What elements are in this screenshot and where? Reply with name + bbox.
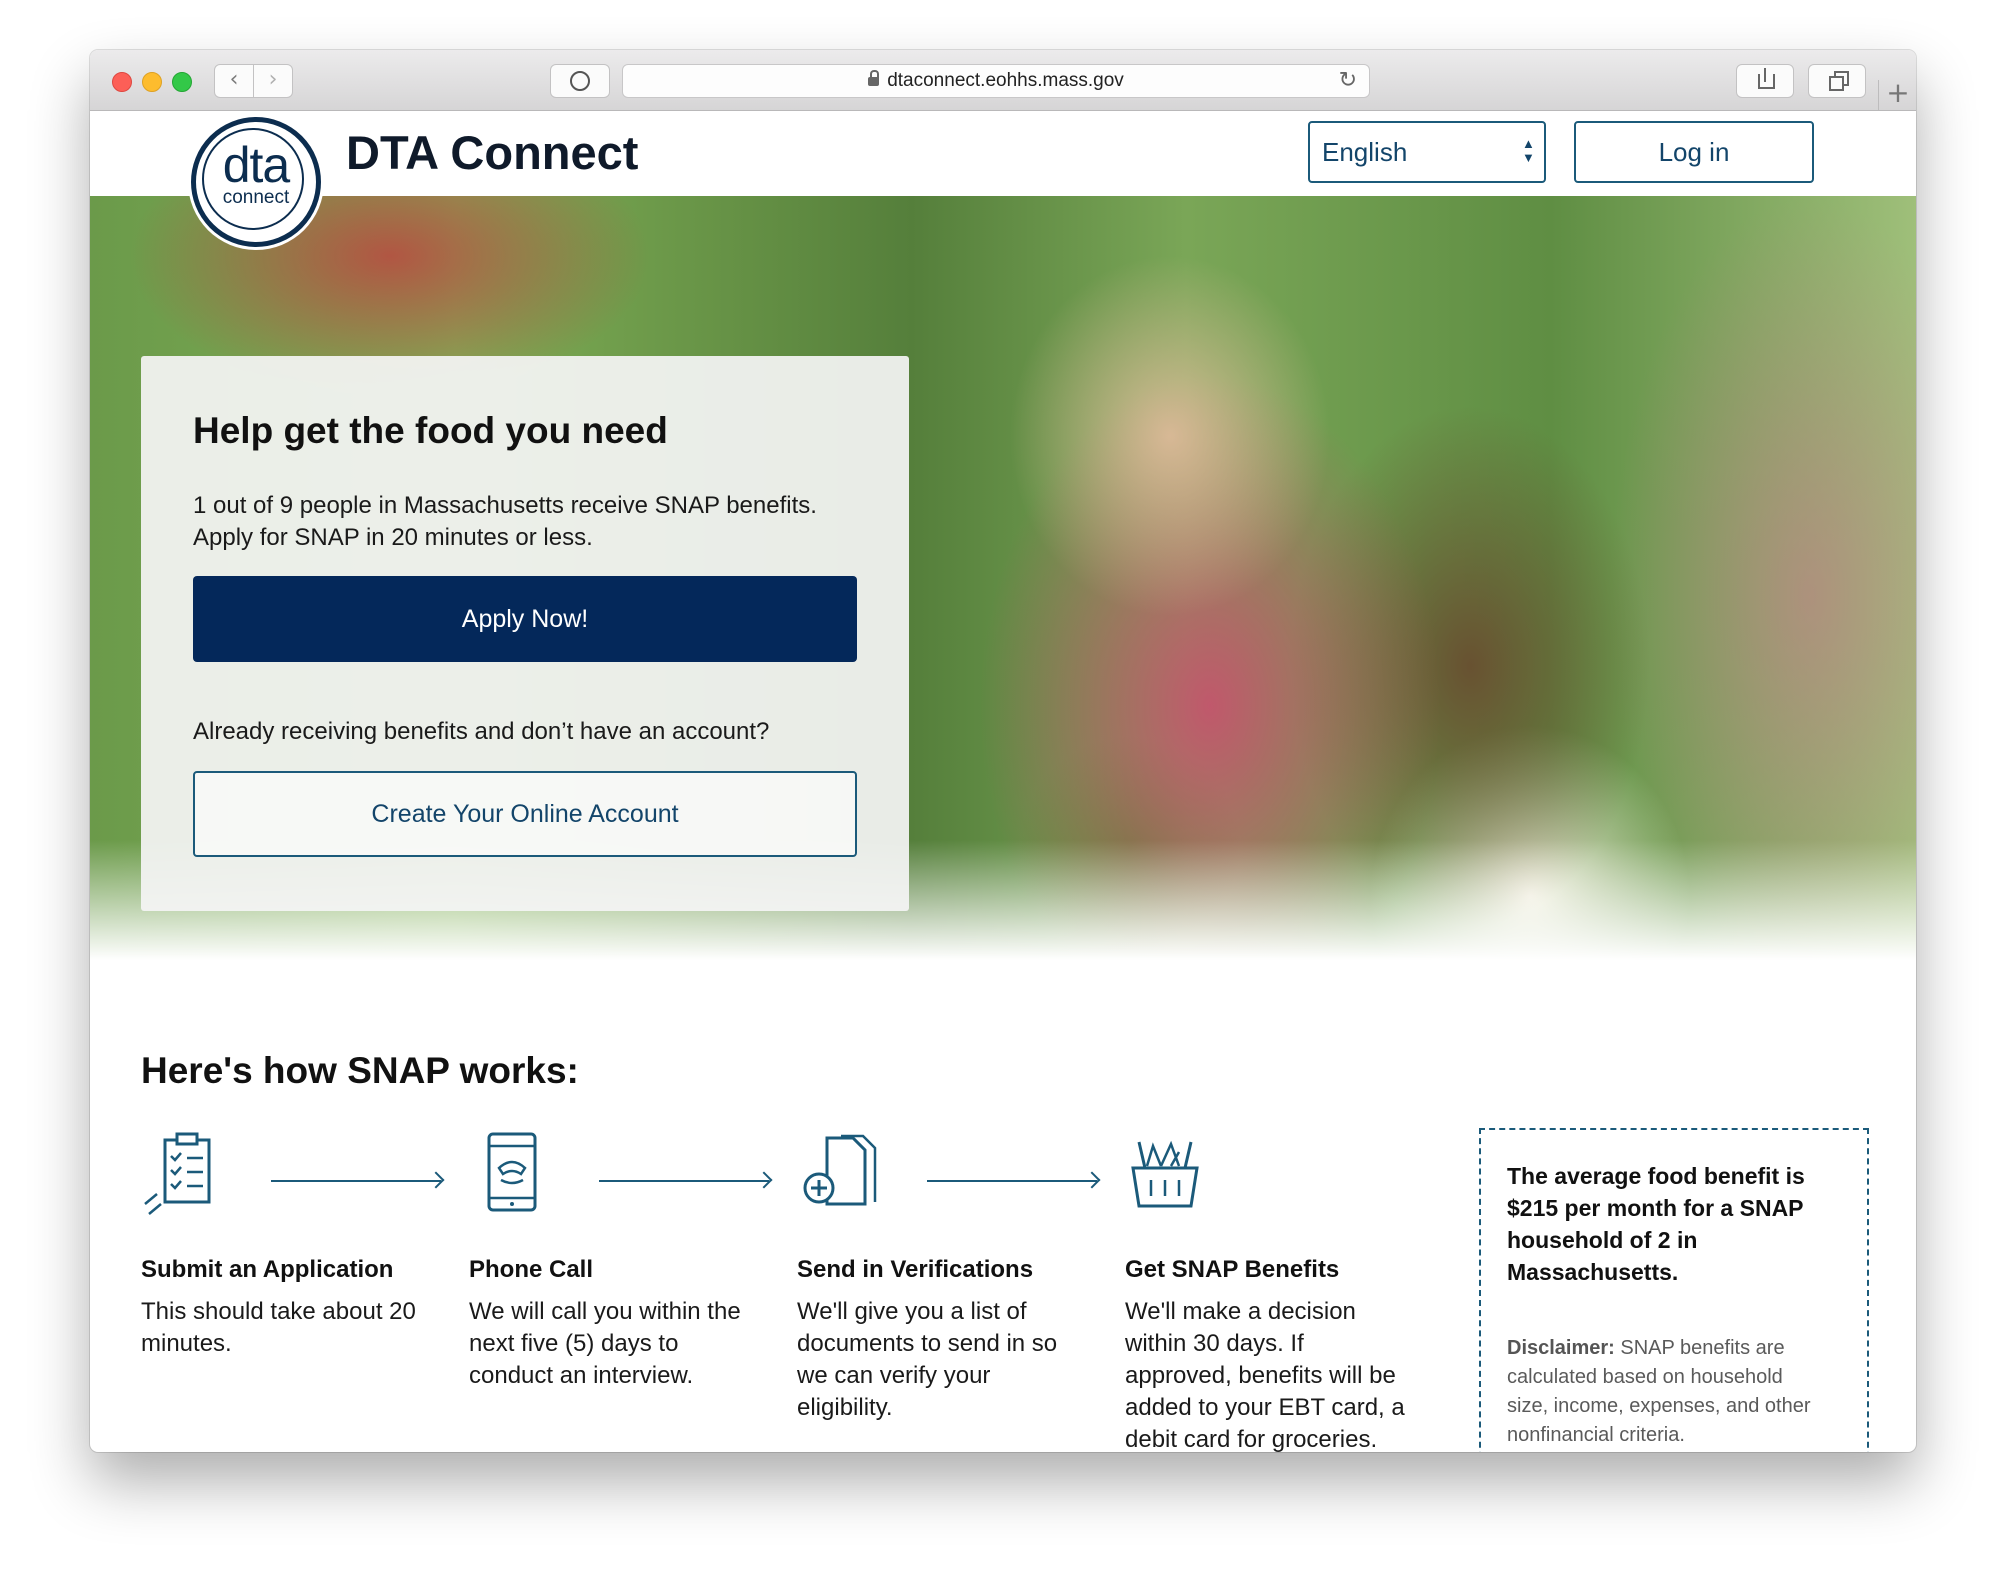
new-tab-button[interactable]: + — [1878, 79, 1916, 110]
existing-account-prompt: Already receiving benefits and don’t hav… — [193, 718, 770, 745]
site-title: DTA Connect — [346, 126, 639, 179]
dta-connect-logo[interactable]: dta connect — [191, 117, 321, 247]
grocery-basket-icon — [1131, 1140, 1199, 1208]
step-arrow-icon — [599, 1180, 769, 1182]
share-icon — [1758, 74, 1775, 89]
phone-icon — [487, 1132, 537, 1212]
browser-window: ‹ › dtaconnect.eohhs.mass.gov ↻ + dta co… — [90, 50, 1916, 1452]
url-text: dtaconnect.eohhs.mass.gov — [887, 70, 1124, 91]
language-select[interactable]: English ▲ ▼ — [1308, 121, 1546, 183]
step-arrow-icon — [271, 1180, 441, 1182]
hero-card: Help get the food you need 1 out of 9 pe… — [141, 356, 909, 911]
site-header: dta connect DTA Connect English ▲ ▼ Log i… — [90, 111, 1916, 247]
chevron-left-icon: ‹ — [229, 67, 239, 92]
clipboard-icon — [144, 1132, 211, 1215]
hero-title: Help get the food you need — [193, 410, 668, 451]
step-arrow-icon — [927, 1180, 1097, 1182]
language-value: English — [1322, 137, 1408, 167]
browser-toolbar: ‹ › dtaconnect.eohhs.mass.gov ↻ + — [90, 50, 1916, 111]
select-arrows-icon: ▲ ▼ — [1522, 136, 1535, 165]
how-it-works-title: Here's how SNAP works: — [141, 1050, 579, 1091]
average-benefit-text: The average food benefit is $215 per mon… — [1507, 1163, 1805, 1285]
document-plus-icon — [803, 1134, 877, 1206]
back-button[interactable]: ‹ — [214, 64, 254, 98]
maximize-window-icon[interactable] — [172, 72, 192, 92]
average-benefit-callout: The average food benefit is $215 per mon… — [1479, 1128, 1869, 1452]
share-button[interactable] — [1736, 64, 1794, 98]
address-bar[interactable]: dtaconnect.eohhs.mass.gov ↻ — [622, 64, 1370, 98]
forward-button[interactable]: › — [253, 64, 293, 98]
privacy-shield-icon — [570, 71, 590, 91]
close-window-icon[interactable] — [112, 72, 132, 92]
hero-text: 1 out of 9 people in Massachusetts recei… — [193, 492, 817, 551]
create-account-button[interactable]: Create Your Online Account — [193, 771, 857, 857]
login-button[interactable]: Log in — [1574, 121, 1814, 183]
reload-icon[interactable]: ↻ — [1339, 65, 1357, 97]
logo-text: dta — [222, 137, 291, 193]
apply-now-button[interactable]: Apply Now! — [193, 576, 857, 662]
disclaimer-text: Disclaimer: SNAP benefits are calculated… — [1507, 1337, 1811, 1446]
chevron-right-icon: › — [268, 67, 278, 92]
privacy-report-button[interactable] — [550, 64, 610, 98]
logo-subtext: connect — [222, 187, 290, 208]
minimize-window-icon[interactable] — [142, 72, 162, 92]
show-tabs-button[interactable] — [1808, 64, 1866, 98]
lock-icon — [868, 70, 880, 86]
hero-banner: Help get the food you need 1 out of 9 pe… — [90, 196, 1916, 960]
